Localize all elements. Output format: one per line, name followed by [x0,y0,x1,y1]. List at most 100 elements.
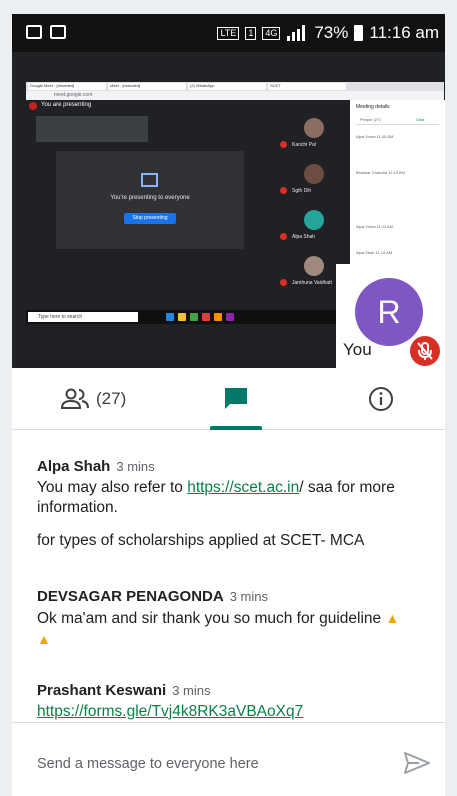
browser-address-bar: meet.google.com [26,91,444,100]
browser-tab: Google Meet - [redacted] [28,83,106,90]
presenting-banner-text: You are presenting [41,102,92,108]
self-video-tile[interactable]: R You [336,264,445,368]
phone-screen: LTE 1 4G 73% 11:16 am Google Meet - [red… [12,14,445,796]
participant-avatar [304,210,324,230]
lte-indicator: LTE [217,26,240,40]
screenshot-border-right [445,0,457,796]
gmail-notification-icon [50,25,66,39]
participant-tile: Kanchi Pal [278,114,350,154]
present-screen-icon [141,173,158,187]
folded-hands-emoji-icon: ▲ [37,631,51,647]
message-link[interactable]: https://forms.gle/Tvj4k8RK3aVBAoXq7 [37,703,303,720]
participant-name: Alpa Shah [292,234,316,240]
browser-tab: SCET [268,83,346,90]
presenting-dot-icon [29,102,37,110]
status-indicators: LTE 1 4G 73% 11:16 am [217,23,439,43]
participant-avatar [304,118,324,138]
message-text: Ok ma'am and sir thank you so much for g… [37,608,437,650]
panel-message: Alpa Vohra 11:11 AM [356,224,393,229]
muted-icon [280,233,287,240]
sender-name: DEVSAGAR PENAGONDA [37,588,224,605]
taskbar-app-icon [166,313,174,321]
presenting-message: You're presenting to everyone [110,195,190,201]
message-text: You may also refer to https://scet.ac.in… [37,478,437,518]
image-notification-icon [26,25,42,39]
browser-tab: (2) WhatsApp [188,83,266,90]
message-header: DEVSAGAR PENAGONDA 3 mins [37,588,437,605]
info-icon [369,387,393,411]
taskbar-app-icon [202,313,210,321]
send-icon [404,752,430,774]
participant-name: Sgth Dih [292,188,312,194]
folded-hands-emoji-icon: ▲ [385,610,400,626]
message-text: for types of scholarships applied at SCE… [37,532,365,549]
panel-tabs: People (27) Chat [356,115,439,125]
chat-icon [225,388,247,409]
message-text: https://forms.gle/Tvj4k8RK3aVBAoXq7 [37,702,437,722]
screenshot-border-left [0,0,12,796]
self-name-label: You [343,340,372,359]
panel-title: Meeting details [356,104,390,110]
people-icon [60,388,89,409]
sim-indicator: 1 [245,26,257,40]
panel-tab-chat: Chat [416,117,425,122]
shared-screen-view[interactable]: Google Meet - [redacted] Meet - [redacte… [12,52,445,368]
tab-chat[interactable] [210,368,262,430]
stop-presenting-button: Stop presenting [124,213,176,224]
meeting-tab-bar: (27) [12,368,445,430]
participant-name: Jamhuna Vaidhatt [292,280,332,286]
panel-message: Alpa Vohra 11:05 AM [356,134,394,139]
taskbar-app-icon [214,313,222,321]
message-text-part: You may also refer to [37,479,188,496]
active-tab-indicator [210,426,262,430]
signal-icon [287,25,306,41]
tab-meeting-info[interactable] [368,386,394,417]
taskbar-search: Type here to search [28,312,138,322]
message-time: 3 mins [116,459,155,474]
browser-url: meet.google.com [54,92,93,98]
muted-icon [280,279,287,286]
message-header: Alpa Shah 3 mins [37,458,437,475]
panel-message: Bhaskar Chandra 11:10 AM [356,170,405,175]
people-count: (27) [96,389,127,408]
message-text-part: Ok ma'am and sir thank you so much for g… [37,610,382,627]
status-bar: LTE 1 4G 73% 11:16 am [12,14,445,52]
presenting-banner: You are presenting [26,100,346,112]
clock: 11:16 am [369,23,439,42]
participant-tile: Sgth Dih [278,160,350,200]
send-button[interactable] [402,751,432,775]
muted-icon [280,141,287,148]
sender-name: Prashant Keswani [37,682,167,699]
screenshot-border-top [0,0,457,14]
message-time: 3 mins [172,683,211,698]
chat-message-list[interactable]: Alpa Shah 3 mins You may also refer to ht… [12,432,445,722]
participant-tile: Alpa Shah [278,206,350,246]
panel-message: Alpa Shah 11:14 AM [356,250,393,255]
message-link[interactable]: https://scet.ac.in [187,479,299,496]
taskbar-app-icon [190,313,198,321]
muted-icon [280,187,287,194]
message-header: Prashant Keswani 3 mins [37,682,437,699]
sender-name: Alpa Shah [37,458,111,475]
browser-tab-strip: Google Meet - [redacted] Meet - [redacte… [26,82,444,91]
message-time: 3 mins [229,589,268,604]
participant-name: Kanchi Pal [292,142,316,148]
presentation-thumbnail [36,116,148,142]
message-group: DEVSAGAR PENAGONDA 3 mins Ok ma'am and si… [37,588,437,650]
tab-people[interactable]: (27) [60,388,126,410]
microphone-off-icon[interactable] [410,336,440,366]
message-group: Alpa Shah 3 mins You may also refer to ht… [37,458,437,551]
message-composer [12,722,445,796]
browser-tab: Meet - [redacted] [108,83,186,90]
windows-taskbar: Type here to search [26,310,346,324]
panel-tab-people: People (27) [360,117,381,122]
taskbar-app-icon [178,313,186,321]
participant-avatar [304,256,324,276]
notification-icons [26,25,66,39]
presenting-card: You're presenting to everyone Stop prese… [56,151,244,249]
data-indicator: 4G [262,26,281,40]
participant-avatar [304,164,324,184]
battery-percent: 73% [314,23,349,42]
chat-message-input[interactable] [37,756,367,772]
message-group: Prashant Keswani 3 mins https://forms.gle… [37,682,437,722]
